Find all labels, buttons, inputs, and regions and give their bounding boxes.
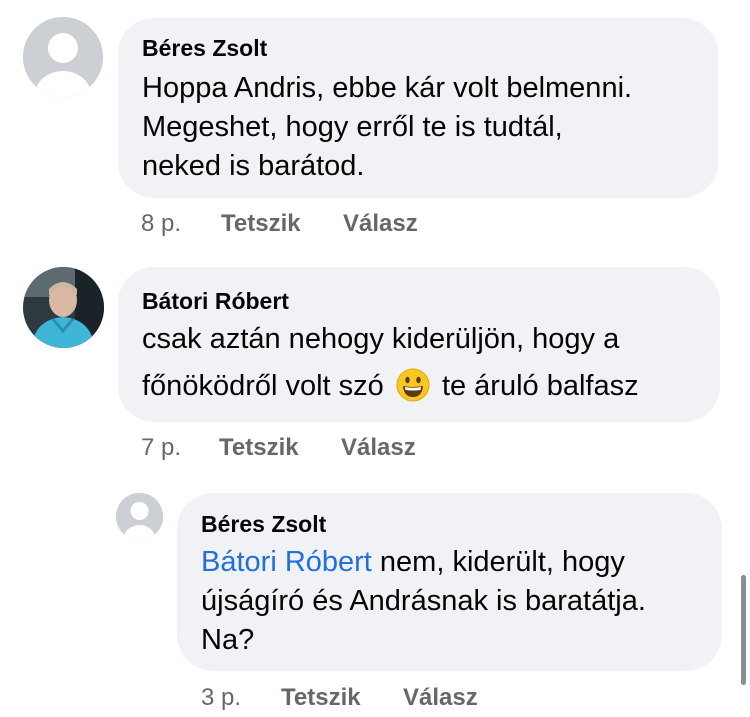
default-avatar-icon [23, 17, 103, 97]
like-button[interactable]: Tetszik [221, 210, 301, 238]
reply-button[interactable]: Válasz [403, 684, 478, 712]
comment-text-line: Megeshet, hogy erről te is tudtál, [142, 111, 563, 143]
comment-text-segment: te áruló balfasz [441, 370, 639, 402]
comment-text-line: Na? [201, 624, 255, 656]
comment-text-line: Hoppa Andris, ebbe kár volt belmenni. [142, 72, 633, 104]
mention-link[interactable]: Bátori Róbert [201, 546, 372, 578]
comment-timestamp[interactable]: 7 p. [141, 434, 181, 462]
reply-bubble: Béres Zsolt Bátori Róbert nem, kiderült,… [177, 493, 722, 671]
comment-text-line: csak aztán nehogy kiderüljön, hogy a [142, 323, 620, 355]
comment-author[interactable]: Bátori Róbert [142, 288, 289, 315]
user-photo-icon [23, 267, 104, 348]
comment-author[interactable]: Béres Zsolt [142, 35, 267, 62]
avatar[interactable] [23, 267, 104, 348]
comment-text-line: főnöködről volt szó te áruló balfasz [142, 367, 639, 406]
comment-text-segment: nem, kiderült, hogy [371, 546, 625, 578]
reply-button[interactable]: Válasz [341, 434, 416, 462]
like-button[interactable]: Tetszik [219, 434, 299, 462]
default-avatar-icon [116, 493, 163, 540]
comment-timestamp[interactable]: 3 p. [201, 684, 241, 712]
comment-text-line: neked is barátod. [142, 150, 365, 182]
comment-bubble: Bátori Róbert csak aztán nehogy kiderülj… [118, 267, 720, 422]
grinning-face-emoji-icon [396, 368, 430, 402]
comment-text-segment: főnöködről volt szó [142, 370, 384, 402]
comment-text-line: Bátori Róbert nem, kiderült, hogy [201, 543, 625, 582]
like-button[interactable]: Tetszik [281, 684, 361, 712]
comment-author[interactable]: Béres Zsolt [201, 511, 326, 538]
comment-text-line: újságíró és Andrásnak is baratátja. [201, 585, 646, 617]
reply-button[interactable]: Válasz [343, 210, 418, 238]
avatar-placeholder[interactable] [23, 17, 103, 97]
comment-timestamp[interactable]: 8 p. [141, 210, 181, 238]
avatar-placeholder[interactable] [116, 493, 163, 540]
comment-bubble: Béres Zsolt Hoppa Andris, ebbe kár volt … [118, 18, 718, 198]
scrollbar[interactable] [741, 575, 746, 685]
